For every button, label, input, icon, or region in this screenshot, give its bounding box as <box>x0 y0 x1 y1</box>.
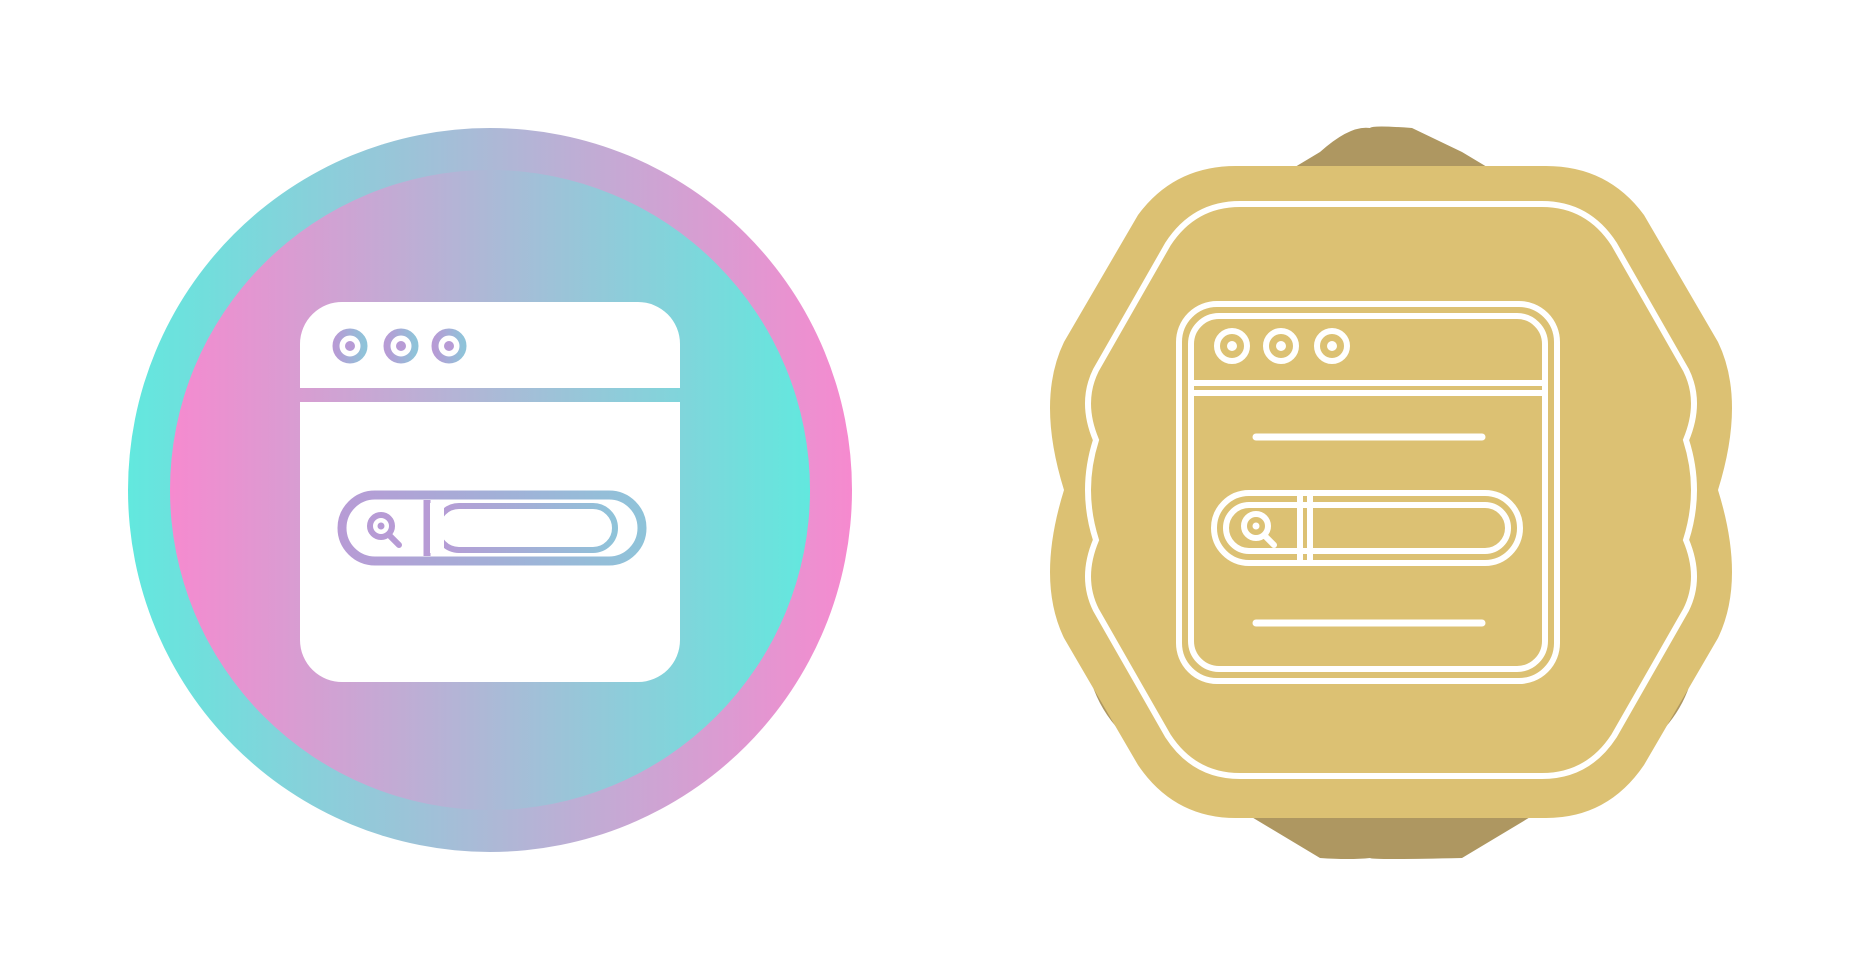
web-search-gradient-svg <box>128 128 852 852</box>
browser-body <box>300 402 680 683</box>
web-search-gradient-icon <box>0 0 1854 980</box>
browser-top-bar <box>300 301 680 388</box>
